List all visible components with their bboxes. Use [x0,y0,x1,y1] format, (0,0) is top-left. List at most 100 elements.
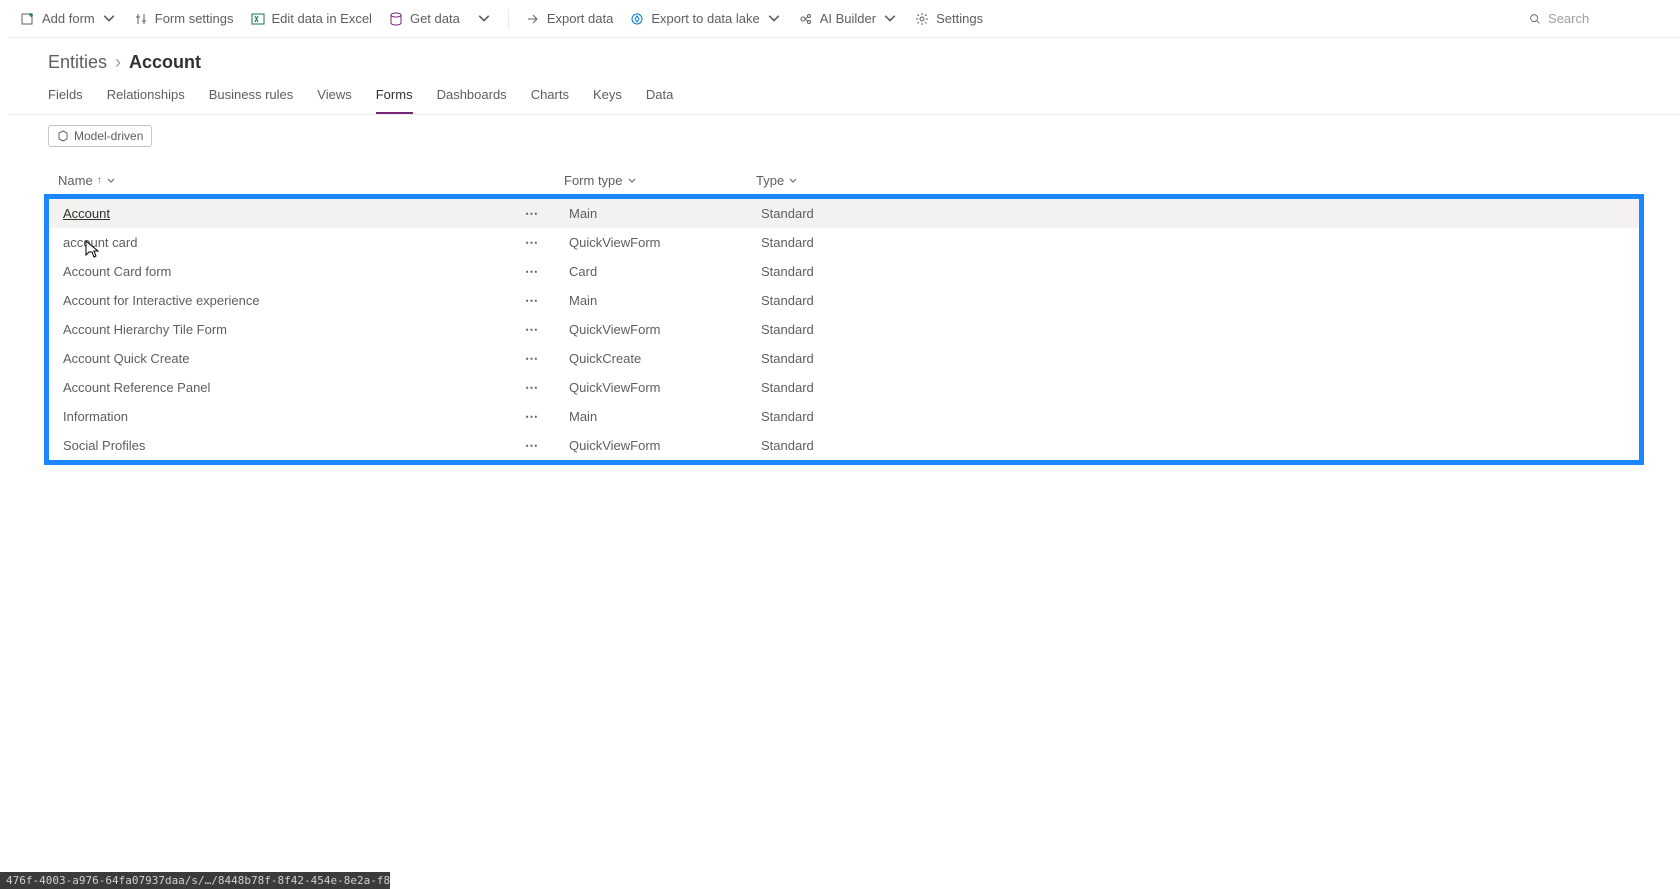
chevron-down-icon [788,176,798,186]
row-more-button[interactable]: ⋯ [525,235,539,251]
tab-keys[interactable]: Keys [593,87,622,114]
form-name-link[interactable]: Information [63,409,128,424]
breadcrumb-parent[interactable]: Entities [48,52,107,73]
row-more-button[interactable]: ⋯ [525,380,539,396]
form-name-link[interactable]: Account Quick Create [63,351,189,366]
database-icon [388,11,404,27]
form-name-link[interactable]: Account Hierarchy Tile Form [63,322,227,337]
table-row[interactable]: Social Profiles ⋯ QuickViewFormStandard [49,431,1639,460]
form-type-cell: Card [569,264,761,279]
table-row[interactable]: Account Reference Panel⋯QuickViewFormSta… [49,373,1639,402]
table-row[interactable]: Information ⋯ MainStandard [49,402,1639,431]
row-more-button[interactable]: ⋯ [525,409,539,425]
forms-grid-highlight: Account⋯MainStandardaccount card⋯QuickVi… [44,194,1644,465]
data-lake-icon [629,11,645,27]
table-row[interactable]: Account Hierarchy Tile Form ⋯ QuickViewFor… [49,315,1639,344]
tab-fields[interactable]: Fields [48,87,83,114]
form-name-link[interactable]: Social Profiles [63,438,145,453]
form-type-cell: QuickCreate [569,351,761,366]
row-more-button[interactable]: ⋯ [525,206,539,222]
page-title: Account [129,52,201,73]
row-more-button[interactable]: ⋯ [525,293,539,309]
table-row[interactable]: Account for Interactive experience ⋯ MainS… [49,286,1639,315]
command-bar: Add form Form settings Edit data in Exce… [8,0,1680,38]
column-header-type[interactable]: Type [756,173,1630,188]
get-data-button[interactable]: Get data [388,11,460,27]
row-more-button[interactable]: ⋯ [525,322,539,338]
ai-builder-button[interactable]: AI Builder [798,11,898,27]
ai-builder-label: AI Builder [820,11,876,26]
breadcrumb: Entities › Account [8,38,1680,79]
browser-status-bar: 476f-4003-a976-64fa07937daa/s/…/8448b78f… [0,872,390,889]
col-name-label: Name [58,173,93,188]
export-data-button[interactable]: Export data [525,11,614,27]
col-formtype-label: Form type [564,173,623,188]
type-cell: Standard [761,409,1625,424]
chip-label: Model-driven [74,129,143,143]
row-more-button[interactable]: ⋯ [525,438,539,454]
gear-icon [914,11,930,27]
app-type-icon [57,130,69,142]
form-type-cell: Main [569,293,761,308]
form-type-cell: Main [569,206,761,221]
type-cell: Standard [761,293,1625,308]
type-cell: Standard [761,235,1625,250]
search-box[interactable] [1528,11,1668,26]
filter-chip-model-driven[interactable]: Model-driven [48,125,152,147]
column-header-name[interactable]: Name ↑ [58,173,564,188]
row-more-button[interactable]: ⋯ [525,351,539,367]
row-more-button[interactable]: ⋯ [525,264,539,280]
export-icon [525,11,541,27]
tab-charts[interactable]: Charts [531,87,569,114]
form-name-link[interactable]: account card [63,235,137,250]
type-cell: Standard [761,264,1625,279]
table-row[interactable]: account card⋯QuickViewFormStandard [49,228,1639,257]
search-input[interactable] [1548,11,1668,26]
form-name-link[interactable]: Account [63,206,110,221]
type-cell: Standard [761,206,1625,221]
form-name-link[interactable]: Account Card form [63,264,171,279]
add-form-button[interactable]: Add form [20,11,117,27]
form-settings-icon [133,11,149,27]
get-data-dropdown[interactable] [476,11,492,27]
form-settings-label: Form settings [155,11,234,26]
export-lake-button[interactable]: Export to data lake [629,11,781,27]
table-row[interactable]: Account Quick Create ⋯ QuickCreateStandard [49,344,1639,373]
settings-label: Settings [936,11,983,26]
column-header-form-type[interactable]: Form type [564,173,756,188]
search-icon [1528,12,1542,26]
tab-dashboards[interactable]: Dashboards [437,87,507,114]
tab-data[interactable]: Data [646,87,673,114]
tab-relationships[interactable]: Relationships [107,87,185,114]
tab-forms[interactable]: Forms [376,87,413,114]
form-type-cell: QuickViewForm [569,322,761,337]
settings-button[interactable]: Settings [914,11,983,27]
form-settings-button[interactable]: Form settings [133,11,234,27]
chevron-down-icon [882,11,898,27]
chevron-down-icon [476,11,492,27]
type-cell: Standard [761,438,1625,453]
type-cell: Standard [761,322,1625,337]
tab-business-rules[interactable]: Business rules [209,87,294,114]
form-type-cell: QuickViewForm [569,438,761,453]
edit-excel-label: Edit data in Excel [272,11,372,26]
type-cell: Standard [761,351,1625,366]
chevron-down-icon [766,11,782,27]
col-type-label: Type [756,173,784,188]
form-type-cell: Main [569,409,761,424]
table-row[interactable]: Account ⋯ MainStandard [49,199,1639,228]
excel-icon [250,11,266,27]
type-cell: Standard [761,380,1625,395]
chevron-down-icon [106,176,116,186]
form-name-link[interactable]: Account for Interactive experience [63,293,260,308]
form-name-link[interactable]: Account Reference Panel [63,380,210,395]
chevron-down-icon [101,11,117,27]
entity-tabs: Fields Relationships Business rules Views Fo… [8,79,1680,115]
export-data-label: Export data [547,11,614,26]
chevron-down-icon [627,176,637,186]
table-row[interactable]: Account Card form ⋯ CardStandard [49,257,1639,286]
tab-views[interactable]: Views [317,87,351,114]
chevron-right-icon: › [115,52,121,73]
divider [508,9,509,29]
edit-excel-button[interactable]: Edit data in Excel [250,11,372,27]
